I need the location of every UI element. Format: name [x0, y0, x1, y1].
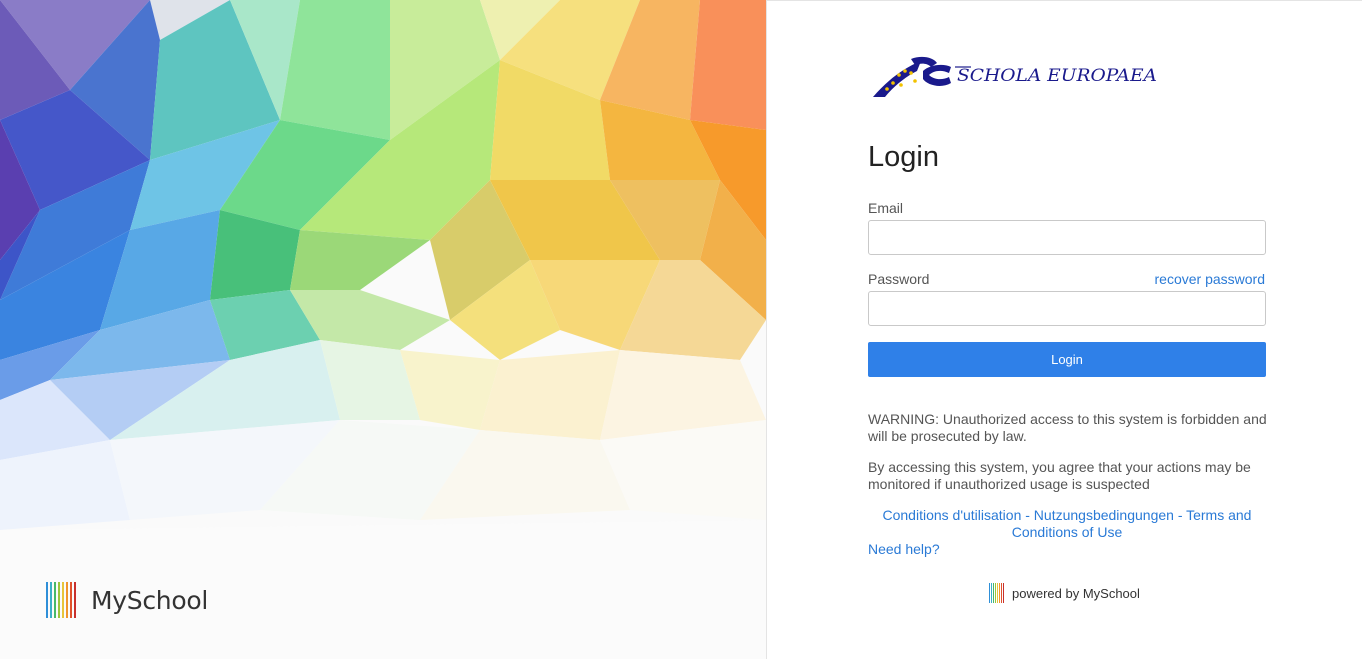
- polygon-background: [0, 0, 766, 659]
- stripe-1: [46, 582, 48, 618]
- stripe-6: [66, 582, 68, 618]
- small-stripe-8: [1003, 583, 1004, 603]
- small-stripe-2: [991, 583, 992, 603]
- hero-panel: MySchool: [0, 0, 766, 659]
- monitoring-notice: By accessing this system, you agree that…: [868, 459, 1251, 492]
- stripe-4: [58, 582, 60, 618]
- stripe-5: [62, 582, 64, 618]
- stripe-2: [50, 582, 52, 618]
- need-help-link[interactable]: Need help?: [868, 541, 940, 557]
- stripe-7: [70, 582, 72, 618]
- small-stripe-3: [993, 583, 994, 603]
- myschool-small-stripes-icon: [989, 583, 1004, 603]
- stripe-3: [54, 582, 56, 618]
- login-panel: SCHOLA EUROPAEA Login Email Password rec…: [766, 0, 1362, 659]
- login-button[interactable]: Login: [868, 342, 1266, 377]
- small-stripe-1: [989, 583, 990, 603]
- email-field[interactable]: [868, 220, 1266, 255]
- stripe-8: [74, 582, 76, 618]
- myschool-logo: MySchool: [46, 582, 208, 618]
- small-stripe-4: [995, 583, 996, 603]
- warning-notice: WARNING: Unauthorized access to this sys…: [868, 411, 1267, 444]
- terms-of-use-link[interactable]: Conditions d'utilisation - Nutzungsbedin…: [868, 507, 1266, 541]
- password-label: Password: [868, 271, 930, 287]
- small-stripe-7: [1001, 583, 1002, 603]
- myschool-brand-name: MySchool: [91, 585, 208, 615]
- small-stripe-5: [997, 583, 998, 603]
- logo-wordmark: SCHOLA EUROPAEA: [957, 66, 1157, 86]
- login-title: Login: [868, 141, 939, 173]
- small-stripe-6: [999, 583, 1000, 603]
- schola-europaea-logo: SCHOLA EUROPAEA: [873, 56, 1157, 97]
- powered-by-text: powered by MySchool: [1012, 585, 1140, 601]
- powered-by-footer: powered by MySchool: [989, 583, 1140, 603]
- recover-password-link[interactable]: recover password: [1155, 271, 1266, 287]
- email-label: Email: [868, 200, 904, 216]
- myschool-stripes-icon: [46, 582, 76, 618]
- password-field[interactable]: [868, 291, 1266, 326]
